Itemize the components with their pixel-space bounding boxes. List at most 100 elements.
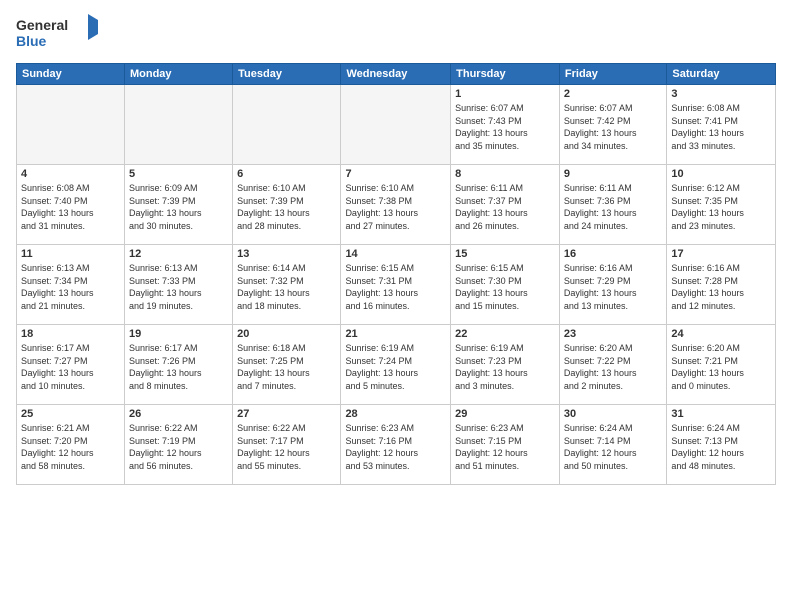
- day-info: Sunrise: 6:24 AMSunset: 7:13 PMDaylight:…: [671, 422, 771, 472]
- day-number: 21: [345, 328, 446, 340]
- day-number: 9: [564, 168, 662, 180]
- calendar-cell: 6Sunrise: 6:10 AMSunset: 7:39 PMDaylight…: [233, 165, 341, 245]
- page: General Blue SundayMondayTuesdayWednesda…: [0, 0, 792, 612]
- day-number: 17: [671, 248, 771, 260]
- calendar-cell: 26 Sunrise: 6:22 AMSunset: 7:19 PMDayligh…: [124, 405, 232, 485]
- day-info: Sunrise: 6:13 AMSunset: 7:33 PMDaylight:…: [129, 262, 228, 312]
- day-number: 1: [455, 88, 555, 100]
- day-info: Sunrise: 6:18 AMSunset: 7:25 PMDaylight:…: [237, 342, 336, 392]
- calendar-cell: 7 Sunrise: 6:10 AMSunset: 7:38 PMDaylight…: [341, 165, 451, 245]
- day-number: 3: [671, 88, 771, 100]
- day-number: 26: [129, 408, 228, 420]
- day-info: Sunrise: 6:24 AMSunset: 7:14 PMDaylight:…: [564, 422, 662, 472]
- day-info: Sunrise: 6:13 AMSunset: 7:34 PMDaylight:…: [21, 262, 120, 312]
- day-info: Sunrise: 6:09 AMSunset: 7:39 PMDaylight:…: [129, 182, 228, 232]
- day-info: Sunrise: 6:20 AMSunset: 7:21 PMDaylight:…: [671, 342, 771, 392]
- day-info: Sunrise: 6:08 AMSunset: 7:41 PMDaylight:…: [671, 102, 771, 152]
- day-number: 13: [237, 248, 336, 260]
- svg-text:Blue: Blue: [16, 33, 47, 49]
- day-info: Sunrise: 6:08 AMSunset: 7:40 PMDaylight:…: [21, 182, 120, 232]
- calendar-week-5: 25Sunrise: 6:21 AMSunset: 7:20 PMDayligh…: [17, 405, 776, 485]
- day-number: 4: [21, 168, 120, 180]
- day-info: Sunrise: 6:11 AMSunset: 7:37 PMDaylight:…: [455, 182, 555, 232]
- day-info: Sunrise: 6:12 AMSunset: 7:35 PMDaylight:…: [671, 182, 771, 232]
- day-info: Sunrise: 6:23 AMSunset: 7:16 PMDaylight:…: [345, 422, 446, 472]
- weekday-friday: Friday: [559, 64, 666, 85]
- svg-text:General: General: [16, 17, 68, 33]
- weekday-tuesday: Tuesday: [233, 64, 341, 85]
- calendar-week-1: 1 Sunrise: 6:07 AMSunset: 7:43 PMDaylight…: [17, 85, 776, 165]
- day-number: 24: [671, 328, 771, 340]
- day-number: 18: [21, 328, 120, 340]
- calendar-cell: 5 Sunrise: 6:09 AMSunset: 7:39 PMDaylight…: [124, 165, 232, 245]
- day-info: Sunrise: 6:10 AMSunset: 7:38 PMDaylight:…: [345, 182, 446, 232]
- day-info: Sunrise: 6:14 AMSunset: 7:32 PMDaylight:…: [237, 262, 336, 312]
- calendar-cell: [124, 85, 232, 165]
- day-number: 14: [345, 248, 446, 260]
- day-number: 19: [129, 328, 228, 340]
- calendar-cell: 17 Sunrise: 6:16 AMSunset: 7:28 PMDayligh…: [667, 245, 776, 325]
- calendar-cell: 11 Sunrise: 6:13 AMSunset: 7:34 PMDayligh…: [17, 245, 125, 325]
- day-info: Sunrise: 6:23 AMSunset: 7:15 PMDaylight:…: [455, 422, 555, 472]
- day-number: 15: [455, 248, 555, 260]
- calendar-cell: 25Sunrise: 6:21 AMSunset: 7:20 PMDayligh…: [17, 405, 125, 485]
- calendar-cell: 15Sunrise: 6:15 AMSunset: 7:30 PMDayligh…: [451, 245, 560, 325]
- weekday-wednesday: Wednesday: [341, 64, 451, 85]
- logo: General Blue: [16, 12, 106, 57]
- weekday-thursday: Thursday: [451, 64, 560, 85]
- calendar-cell: 3 Sunrise: 6:08 AMSunset: 7:41 PMDaylight…: [667, 85, 776, 165]
- day-number: 16: [564, 248, 662, 260]
- day-number: 5: [129, 168, 228, 180]
- weekday-sunday: Sunday: [17, 64, 125, 85]
- day-number: 12: [129, 248, 228, 260]
- calendar-cell: [233, 85, 341, 165]
- day-number: 28: [345, 408, 446, 420]
- weekday-header-row: SundayMondayTuesdayWednesdayThursdayFrid…: [17, 64, 776, 85]
- calendar-cell: 24 Sunrise: 6:20 AMSunset: 7:21 PMDayligh…: [667, 325, 776, 405]
- logo-area: General Blue: [16, 12, 106, 57]
- day-info: Sunrise: 6:22 AMSunset: 7:19 PMDaylight:…: [129, 422, 228, 472]
- calendar-cell: 27 Sunrise: 6:22 AMSunset: 7:17 PMDayligh…: [233, 405, 341, 485]
- calendar-table: SundayMondayTuesdayWednesdayThursdayFrid…: [16, 63, 776, 485]
- calendar-cell: 10Sunrise: 6:12 AMSunset: 7:35 PMDayligh…: [667, 165, 776, 245]
- calendar-cell: 23 Sunrise: 6:20 AMSunset: 7:22 PMDayligh…: [559, 325, 666, 405]
- calendar-cell: 28 Sunrise: 6:23 AMSunset: 7:16 PMDayligh…: [341, 405, 451, 485]
- calendar-cell: 21 Sunrise: 6:19 AMSunset: 7:24 PMDayligh…: [341, 325, 451, 405]
- calendar-cell: [17, 85, 125, 165]
- day-info: Sunrise: 6:22 AMSunset: 7:17 PMDaylight:…: [237, 422, 336, 472]
- day-info: Sunrise: 6:17 AMSunset: 7:26 PMDaylight:…: [129, 342, 228, 392]
- day-info: Sunrise: 6:07 AMSunset: 7:42 PMDaylight:…: [564, 102, 662, 152]
- calendar-cell: 8 Sunrise: 6:11 AMSunset: 7:37 PMDaylight…: [451, 165, 560, 245]
- day-info: Sunrise: 6:16 AMSunset: 7:28 PMDaylight:…: [671, 262, 771, 312]
- calendar-cell: 13 Sunrise: 6:14 AMSunset: 7:32 PMDayligh…: [233, 245, 341, 325]
- calendar-cell: 29Sunrise: 6:23 AMSunset: 7:15 PMDayligh…: [451, 405, 560, 485]
- calendar-week-2: 4 Sunrise: 6:08 AMSunset: 7:40 PMDaylight…: [17, 165, 776, 245]
- calendar-cell: 22Sunrise: 6:19 AMSunset: 7:23 PMDayligh…: [451, 325, 560, 405]
- calendar-cell: 9Sunrise: 6:11 AMSunset: 7:36 PMDaylight…: [559, 165, 666, 245]
- day-info: Sunrise: 6:20 AMSunset: 7:22 PMDaylight:…: [564, 342, 662, 392]
- day-number: 11: [21, 248, 120, 260]
- day-number: 7: [345, 168, 446, 180]
- day-number: 30: [564, 408, 662, 420]
- day-info: Sunrise: 6:17 AMSunset: 7:27 PMDaylight:…: [21, 342, 120, 392]
- day-info: Sunrise: 6:19 AMSunset: 7:23 PMDaylight:…: [455, 342, 555, 392]
- day-info: Sunrise: 6:21 AMSunset: 7:20 PMDaylight:…: [21, 422, 120, 472]
- day-number: 31: [671, 408, 771, 420]
- calendar-cell: 30 Sunrise: 6:24 AMSunset: 7:14 PMDayligh…: [559, 405, 666, 485]
- day-info: Sunrise: 6:07 AMSunset: 7:43 PMDaylight:…: [455, 102, 555, 152]
- day-number: 27: [237, 408, 336, 420]
- day-number: 23: [564, 328, 662, 340]
- calendar-cell: 4 Sunrise: 6:08 AMSunset: 7:40 PMDaylight…: [17, 165, 125, 245]
- calendar-week-3: 11 Sunrise: 6:13 AMSunset: 7:34 PMDayligh…: [17, 245, 776, 325]
- day-number: 8: [455, 168, 555, 180]
- weekday-saturday: Saturday: [667, 64, 776, 85]
- calendar-cell: 12 Sunrise: 6:13 AMSunset: 7:33 PMDayligh…: [124, 245, 232, 325]
- weekday-monday: Monday: [124, 64, 232, 85]
- logo-svg: General Blue: [16, 12, 106, 52]
- calendar-cell: 20 Sunrise: 6:18 AMSunset: 7:25 PMDayligh…: [233, 325, 341, 405]
- day-info: Sunrise: 6:19 AMSunset: 7:24 PMDaylight:…: [345, 342, 446, 392]
- calendar-cell: 2Sunrise: 6:07 AMSunset: 7:42 PMDaylight…: [559, 85, 666, 165]
- day-number: 20: [237, 328, 336, 340]
- day-info: Sunrise: 6:15 AMSunset: 7:31 PMDaylight:…: [345, 262, 446, 312]
- calendar-cell: 14 Sunrise: 6:15 AMSunset: 7:31 PMDayligh…: [341, 245, 451, 325]
